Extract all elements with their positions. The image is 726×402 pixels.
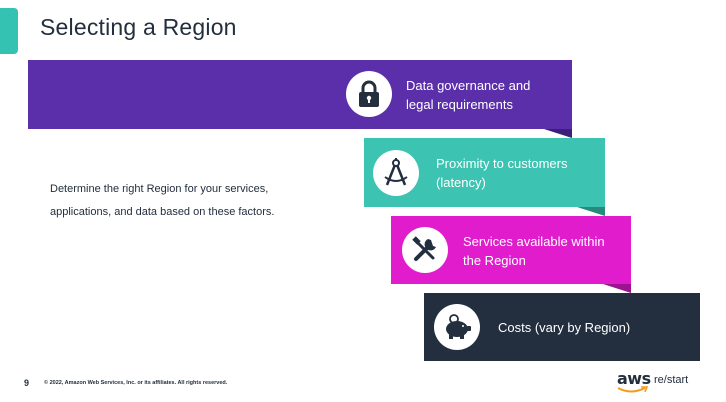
copyright-notice: © 2022, Amazon Web Services, Inc. or its… [44, 380, 228, 386]
factor-label-line: Proximity to customers [436, 156, 568, 171]
factor-label-line: Data governance and [406, 78, 531, 93]
lock-icon [346, 71, 392, 117]
slide-title: Selecting a Region [40, 14, 237, 40]
page-number: 9 [24, 378, 30, 388]
aws-smile-icon [617, 386, 649, 393]
factor-label: Costs (vary by Region) [498, 318, 630, 337]
compass-icon [373, 150, 419, 196]
factor-label-line: (latency) [436, 175, 486, 190]
title-accent-bar [0, 8, 18, 54]
factor-label: Proximity to customers (latency) [436, 154, 567, 192]
slide-body-text: Determine the right Region for your serv… [50, 178, 350, 224]
body-line: Determine the right Region for your serv… [50, 183, 269, 195]
factor-band-governance: Data governance and legal requirements [28, 60, 572, 129]
factor-band-services: Services available within the Region [391, 216, 631, 284]
factor-label: Services available within the Region [463, 232, 605, 270]
aws-restart-logo: aws re/start [617, 369, 726, 395]
factor-band-costs: Costs (vary by Region) [424, 293, 700, 361]
band-fold [544, 129, 572, 138]
band-fold [577, 207, 605, 216]
tools-icon [402, 227, 448, 273]
logo-restart-text: re/start [654, 374, 689, 386]
factor-label-line: Services available within [463, 234, 605, 249]
body-line: applications, and data based on these fa… [50, 206, 275, 218]
piggy-bank-icon [434, 304, 480, 350]
factor-band-proximity: Proximity to customers (latency) [364, 138, 605, 207]
factor-label-line: the Region [463, 253, 526, 268]
band-fold [603, 284, 631, 293]
factor-label-line: legal requirements [406, 97, 513, 112]
factor-label: Data governance and legal requirements [406, 76, 530, 114]
factor-label-line: Costs (vary by Region) [498, 320, 631, 335]
